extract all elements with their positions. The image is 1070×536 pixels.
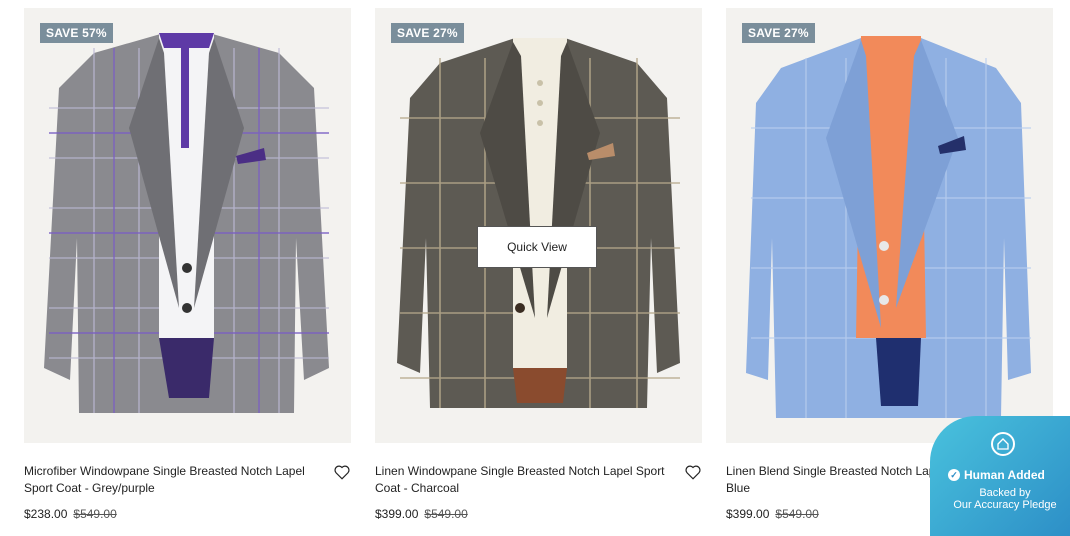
original-price: $549.00 [775,507,819,521]
product-image[interactable]: SAVE 27% [726,8,1053,443]
product-card[interactable]: SAVE 27% Quick View Linen Windowpane Sin… [375,8,702,521]
pledge-status-text: Human Added [964,468,1045,482]
check-circle-icon: ✓ [948,469,960,481]
price: $399.00 $549.00 [726,507,819,521]
product-name[interactable]: Microfiber Windowpane Single Breasted No… [24,463,314,497]
original-price: $549.00 [424,507,468,521]
product-image[interactable]: SAVE 57% [24,8,351,443]
heart-outline-icon[interactable] [333,463,351,481]
pledge-status: ✓ Human Added [948,468,1045,482]
pledge-line-1: Backed by [979,487,1031,499]
discount-badge: SAVE 57% [40,23,113,43]
product-card[interactable]: SAVE 27% Linen Blend Single Breasted Not… [726,8,1053,521]
product-card[interactable]: SAVE 57% Microfiber Windowpane Single Br… [24,8,351,521]
product-name[interactable]: Linen Windowpane Single Breasted Notch L… [375,463,665,497]
discount-badge: SAVE 27% [391,23,464,43]
original-price: $549.00 [73,507,117,521]
sale-price: $238.00 [24,507,68,521]
discount-badge: SAVE 27% [742,23,815,43]
house-icon [991,432,1015,456]
sale-price: $399.00 [375,507,419,521]
sale-price: $399.00 [726,507,770,521]
price: $238.00 $549.00 [24,507,117,521]
product-image[interactable]: SAVE 27% Quick View [375,8,702,443]
jacket-illustration [746,36,1031,418]
price: $399.00 $549.00 [375,507,468,521]
pledge-line-2: Our Accuracy Pledge [953,499,1057,511]
quick-view-button[interactable]: Quick View [477,226,597,268]
heart-outline-icon[interactable] [684,463,702,481]
accuracy-pledge-badge[interactable]: ✓ Human Added Backed by Our Accuracy Pled… [930,416,1070,536]
jacket-illustration [44,33,329,413]
